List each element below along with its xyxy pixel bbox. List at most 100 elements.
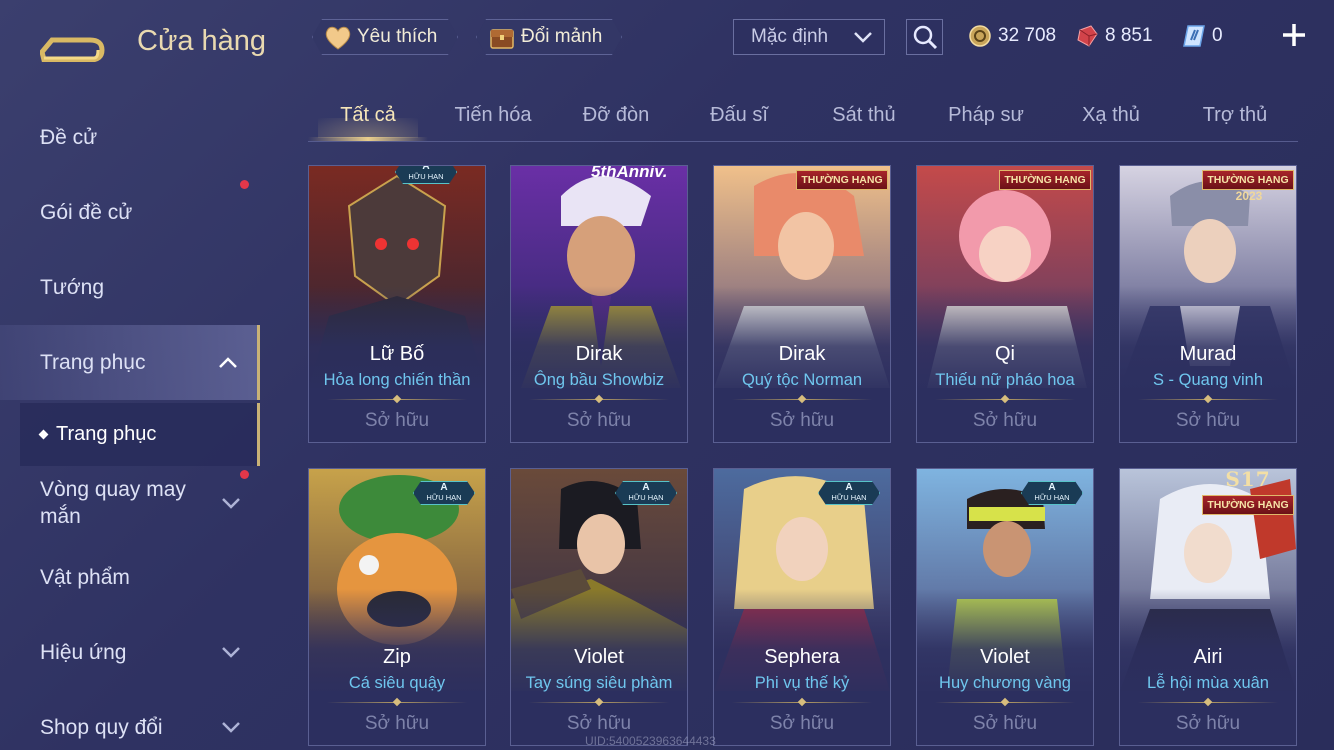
red-gem-icon [1077,25,1098,47]
sidebar-item-heroes[interactable]: Tướng [0,250,260,325]
owned-status: Sở hữu [972,410,1038,431]
hero-name: Dirak [778,343,826,365]
exchange-shards-button[interactable]: Đổi mảnh [476,19,622,55]
exchange-label: Đổi mảnh [521,26,603,47]
chevron-down-icon [854,32,872,43]
sort-dropdown[interactable]: Mặc định [733,19,885,55]
card-divider [529,399,669,400]
rank-label: THƯỜNG HẠNG [1207,174,1289,186]
sidebar-subitem-skins[interactable]: Trang phục [20,403,260,466]
top-bar: Cửa hàng Yêu thích Đổi mảnh Mặc định 32 [0,0,1334,80]
sidebar-item-label: Gói đề cử [40,200,133,224]
rank-badge: THƯỜNG HẠNG [796,170,888,190]
tab-fighter[interactable]: Đấu sĩ [700,104,778,127]
grade-a-badge: A HỮU HẠN [1021,481,1083,505]
tab-assassin[interactable]: Sát thủ [824,104,904,127]
bullet-icon [38,429,49,440]
favorite-button[interactable]: Yêu thích [312,19,458,55]
skin-name: Huy chương vàng [939,674,1071,692]
card-divider [935,702,1075,703]
owned-status: Sở hữu [364,410,430,431]
voucher-icon [1183,25,1205,47]
skin-name: Quý tộc Norman [741,371,863,389]
grade-a-badge: A HỮU HẠN [395,165,457,184]
category-tabs: Tất cả Tiến hóa Đỡ đòn Đấu sĩ Sát thủ Ph… [308,96,1298,142]
card-divider [732,702,872,703]
sidebar-item-effects[interactable]: Hiệu ứng [0,615,260,690]
chevron-down-icon [222,647,240,658]
sidebar-item-items[interactable]: Vật phẩm [0,540,260,615]
back-arrow-icon[interactable] [40,22,108,62]
chevron-down-icon [222,498,240,509]
limited-label: HỮU HẠN [628,493,664,502]
sidebar-item-skins[interactable]: Trang phục [0,325,260,400]
sidebar-item-label: Đề cử [40,125,98,149]
search-icon [913,25,937,50]
sidebar-item-label: Vòng quay may mắn [40,478,186,528]
skin-card[interactable]: A HỮU HẠN Zip Cá siêu quậy Sở hữu [308,468,486,746]
grade-letter: A [422,165,430,172]
uid-watermark: UID:5400523963644433 [585,734,716,748]
tab-all[interactable]: Tất cả [338,104,398,127]
skin-name: Lễ hội mùa xuân [1146,674,1269,692]
card-divider [1138,702,1278,703]
hero-name: Dirak [575,343,623,365]
hero-name: Airi [1193,646,1223,668]
tab-evolution[interactable]: Tiến hóa [448,104,538,127]
sidebar-item-exchange-shop[interactable]: Shop quy đổi [0,690,260,750]
card-divider [732,399,872,400]
tab-mage[interactable]: Pháp sư [944,104,1028,127]
skin-card[interactable]: S17 THƯỜNG HẠNG Airi Lễ hội mùa xuân Sở … [1119,468,1297,746]
limited-label: HỮU HẠN [1034,493,1070,502]
limited-label: HỮU HẠN [426,493,462,502]
notification-dot [240,470,249,479]
owned-status: Sở hữu [566,410,632,431]
grade-letter: A [1048,482,1056,493]
anniversary-badge: 5thAnniv. [591,165,668,181]
sidebar-item-label: Trang phục [56,423,157,445]
rank-year: 2023 [1235,189,1263,203]
card-divider [327,399,467,400]
skin-grid: A HỮU HẠN Lữ Bố Hỏa long chiến thần Sở h… [308,165,1298,750]
owned-status: Sở hữu [769,410,835,431]
add-currency-icon[interactable] [1280,21,1308,49]
owned-status: Sở hữu [769,713,835,734]
skin-card[interactable]: THƯỜNG HẠNG Dirak Quý tộc Norman Sở hữu [713,165,891,443]
hero-name: Violet [980,646,1030,668]
tab-support[interactable]: Trợ thủ [1196,104,1274,127]
chevron-down-icon [222,722,240,733]
skin-card[interactable]: A HỮU HẠN Violet Tay súng siêu phàm Sở h… [510,468,688,746]
skin-name: Ông bầu Showbiz [533,371,665,389]
skin-card[interactable]: A HỮU HẠN Violet Huy chương vàng Sở hữu [916,468,1094,746]
sidebar-item-bundles[interactable]: Gói đề cử [0,175,260,250]
hero-name: Qi [995,343,1015,365]
skin-card[interactable]: THƯỜNG HẠNG 2023 Murad S - Quang vinh Sở… [1119,165,1297,443]
sidebar-item-recommended[interactable]: Đề cử [0,100,260,175]
skin-name: Phi vụ thế kỷ [754,674,850,692]
treasure-chest-icon [487,22,517,52]
chevron-up-icon [219,357,237,368]
gem-currency: 8 851 [1075,22,1153,50]
skin-card[interactable]: 5thAnniv. Dirak Ông bầu Showbiz Sở hữu [510,165,688,443]
rank-badge: THƯỜNG HẠNG [999,170,1091,190]
limited-label: HỮU HẠN [831,493,867,502]
heart-icon [323,22,353,52]
sidebar-item-lucky-spin[interactable]: Vòng quay may mắn [0,468,260,538]
page-title: Cửa hàng [137,25,267,57]
skin-card[interactable]: THƯỜNG HẠNG Qi Thiếu nữ pháo hoa Sở hữu [916,165,1094,443]
hero-name: Sephera [764,646,840,668]
hero-name: Zip [383,646,411,668]
notification-dot [240,180,249,189]
skin-name: Cá siêu quậy [348,674,446,692]
active-tab-underline [308,137,428,141]
skin-card[interactable]: A HỮU HẠN Lữ Bố Hỏa long chiến thần Sở h… [308,165,486,443]
tab-tank[interactable]: Đỡ đòn [576,104,656,127]
gold-coin-icon [969,25,991,47]
grade-letter: A [642,482,650,493]
hero-name: Violet [574,646,624,668]
hero-name: Lữ Bố [369,343,425,365]
tab-marksman[interactable]: Xạ thủ [1074,104,1148,127]
sort-value: Mặc định [751,26,829,47]
skin-card[interactable]: A HỮU HẠN Sephera Phi vụ thế kỷ Sở hữu [713,468,891,746]
search-button[interactable] [906,19,943,55]
